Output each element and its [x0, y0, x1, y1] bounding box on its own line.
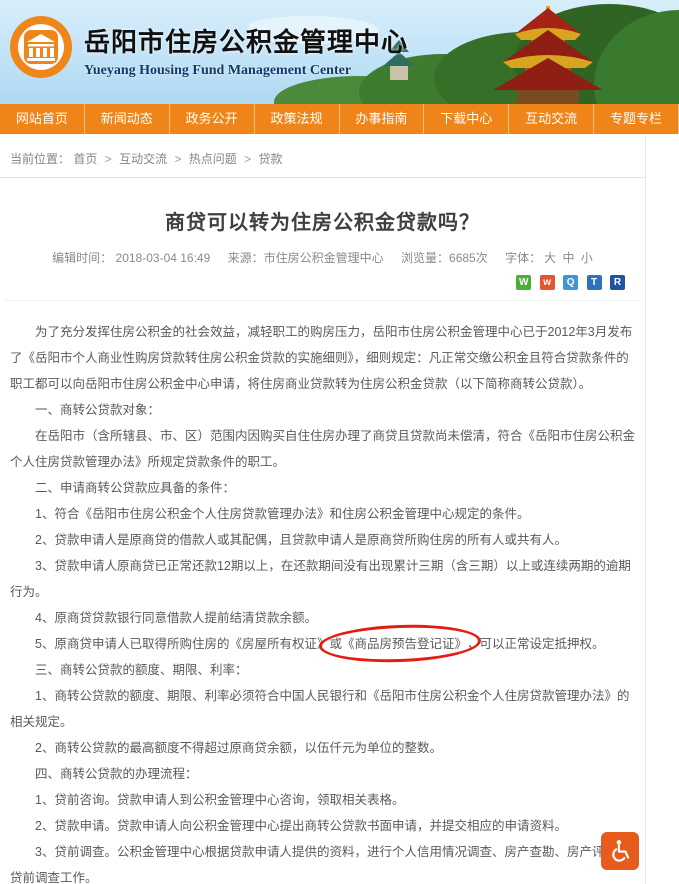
breadcrumb-separator: > [244, 152, 251, 166]
article-paragraph: 二、申请商转公贷款应具备的条件： [10, 475, 635, 501]
article-paragraph: 三、商转公贷款的额度、期限、利率： [10, 657, 635, 683]
paragraph-text-after-circle: ，可以正常设定抵押权。 [467, 637, 605, 651]
article-paragraph: 在岳阳市（含所辖县、市、区）范围内因购买自住住房办理了商贷且贷款尚未偿清，符合《… [10, 423, 635, 475]
breadcrumb-link-interaction[interactable]: 互动交流 [119, 152, 167, 166]
article-body: 为了充分发挥住房公积金的社会效益，减轻职工的购房压力，岳阳市住房公积金管理中心已… [0, 301, 645, 884]
tieba-share-icon[interactable]: T [587, 275, 602, 290]
site-subtitle: Yueyang Housing Fund Management Center [84, 63, 408, 79]
renren-share-icon[interactable]: R [610, 275, 625, 290]
nav-item-downloads[interactable]: 下载中心 [423, 104, 508, 134]
article-paragraph: 1、贷前咨询。贷款申请人到公积金管理中心咨询，领取相关表格。 [10, 787, 635, 813]
breadcrumb-divider [0, 177, 645, 178]
qzone-share-icon[interactable]: Q [563, 275, 578, 290]
page: 岳阳市住房公积金管理中心 Yueyang Housing Fund Manage… [0, 0, 679, 884]
breadcrumb-label: 当前位置： [10, 152, 70, 166]
font-size-label: 字体： [505, 251, 541, 265]
article-paragraph: 4、原商贷贷款银行同意借款人提前结清贷款余额。 [10, 605, 635, 631]
article-paragraph: 2、贷款申请人是原商贷的借款人或其配偶，且贷款申请人是原商贷所购住房的所有人或共… [10, 527, 635, 553]
weibo-share-icon[interactable]: w [540, 275, 555, 290]
nav-item-policies[interactable]: 政策法规 [254, 104, 339, 134]
font-size-large[interactable]: 大 [544, 251, 556, 265]
edit-time-value: 2018-03-04 16:49 [116, 251, 211, 265]
article-paragraph: 3、贷前调查。公积金管理中心根据贷款申请人提供的资料，进行个人信用情况调查、房产… [10, 839, 635, 884]
breadcrumb-link-home[interactable]: 首页 [73, 152, 97, 166]
article-paragraph: 四、商转公贷款的办理流程： [10, 761, 635, 787]
nav-item-guide[interactable]: 办事指南 [339, 104, 424, 134]
source-label: 来源： [228, 251, 264, 265]
paragraph-text-before-circle: 5、原商贷申请人已取得所购住房的《房屋所有权证》 [35, 637, 329, 651]
site-logo-icon [8, 14, 74, 80]
font-size-small[interactable]: 小 [581, 251, 593, 265]
nav-item-interaction[interactable]: 互动交流 [508, 104, 593, 134]
article-paragraph: 3、贷款申请人原商贷已正常还款12期以上，在还款期间没有出现累计三期（含三期）以… [10, 553, 635, 605]
main-nav: 网站首页 新闻动态 政务公开 政策法规 办事指南 下载中心 互动交流 专题专栏 [0, 104, 679, 134]
circled-text-wrap: 或《商品房预告登记证》 [329, 631, 467, 657]
share-bar: W w Q T R [0, 274, 625, 290]
article-paragraph: 1、符合《岳阳市住房公积金个人住房贷款管理办法》和住房公积金管理中心规定的条件。 [10, 501, 635, 527]
edit-time-label: 编辑时间： [52, 251, 112, 265]
article-paragraph: 2、商转公贷款的最高额度不得超过原商贷余额，以伍仟元为单位的整数。 [10, 735, 635, 761]
content-panel: 当前位置： 首页 > 互动交流 > 热点问题 > 贷款 商贷可以转为住房公积金贷… [0, 136, 646, 884]
article-title: 商贷可以转为住房公积金贷款吗？ [0, 206, 645, 235]
nav-item-news[interactable]: 新闻动态 [84, 104, 169, 134]
wheelchair-icon [607, 838, 633, 864]
breadcrumb: 当前位置： 首页 > 互动交流 > 热点问题 > 贷款 [0, 146, 645, 177]
font-size-medium[interactable]: 中 [562, 251, 574, 265]
breadcrumb-link-loans[interactable]: 贷款 [259, 152, 283, 166]
nav-item-home[interactable]: 网站首页 [0, 104, 84, 134]
article-paragraph: 1、商转公贷款的额度、期限、利率必须符合中国人民银行和《岳阳市住房公积金个人住房… [10, 683, 635, 735]
article-paragraph: 为了充分发挥住房公积金的社会效益，减轻职工的购房压力，岳阳市住房公积金管理中心已… [10, 319, 635, 397]
views-label: 浏览量： [401, 251, 449, 265]
wechat-share-icon[interactable]: W [516, 275, 531, 290]
accessibility-widget-button[interactable] [601, 832, 639, 870]
breadcrumb-link-hot-issues[interactable]: 热点问题 [189, 152, 237, 166]
breadcrumb-separator: > [174, 152, 181, 166]
article-paragraph: 一、商转公贷款对象： [10, 397, 635, 423]
circled-text: 或《商品房预告登记证》 [329, 637, 467, 651]
source-value: 市住房公积金管理中心 [264, 251, 384, 265]
article-paragraph: 2、贷款申请。贷款申请人向公积金管理中心提出商转公贷款书面申请，并提交相应的申请… [10, 813, 635, 839]
article-meta: 编辑时间： 2018-03-04 16:49 来源：市住房公积金管理中心 浏览量… [0, 249, 645, 266]
nav-item-gov-info[interactable]: 政务公开 [169, 104, 254, 134]
nav-item-special[interactable]: 专题专栏 [593, 104, 679, 134]
breadcrumb-separator: > [105, 152, 112, 166]
header-banner: 岳阳市住房公积金管理中心 Yueyang Housing Fund Manage… [0, 0, 679, 104]
site-title: 岳阳市住房公积金管理中心 [84, 22, 408, 59]
views-value: 6685次 [449, 251, 488, 265]
article-paragraph-circled: 5、原商贷申请人已取得所购住房的《房屋所有权证》或《商品房预告登记证》，可以正常… [10, 631, 635, 657]
